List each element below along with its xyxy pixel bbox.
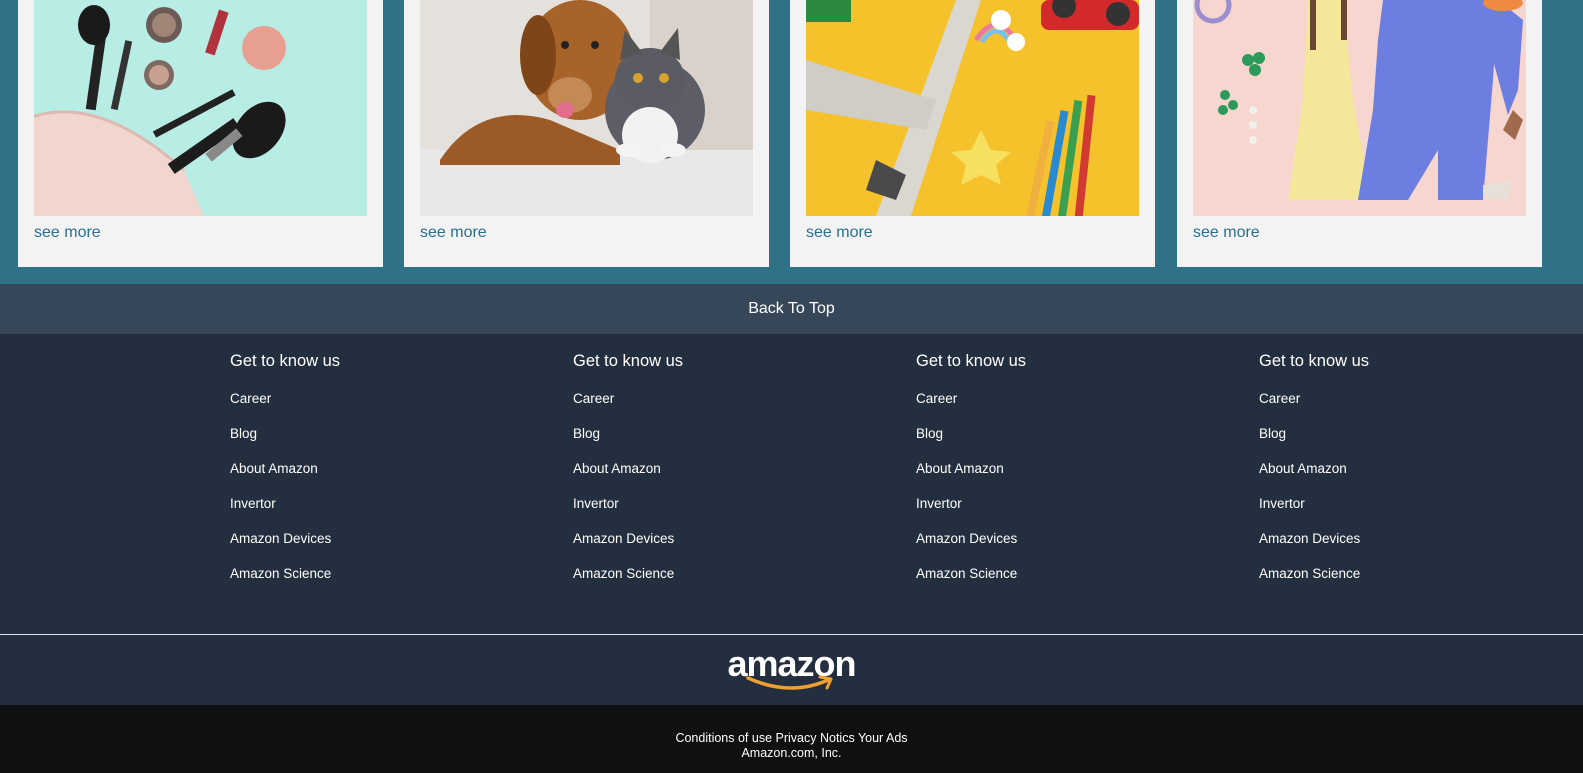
conditions-of-use-link[interactable]: Conditions of use [675, 731, 772, 745]
product-image-cosmetics[interactable] [34, 0, 367, 216]
amazon-smile-icon [745, 675, 832, 690]
product-image-pets[interactable] [420, 0, 753, 216]
footer-link-investor[interactable]: Invertor [230, 486, 340, 521]
legal-links: Conditions of use Privacy Notics Your Ad… [0, 731, 1583, 746]
footer-link-blog[interactable]: Blog [916, 416, 1026, 451]
footer-column: Get to know us Career Blog About Amazon … [573, 352, 683, 591]
footer-link-about-amazon[interactable]: About Amazon [573, 451, 683, 486]
footer-link-amazon-science[interactable]: Amazon Science [1259, 556, 1369, 591]
footer-link-amazon-devices[interactable]: Amazon Devices [573, 521, 683, 556]
footer-link-about-amazon[interactable]: About Amazon [230, 451, 340, 486]
product-card-toys: see more [790, 0, 1155, 267]
footer-link-about-amazon[interactable]: About Amazon [916, 451, 1026, 486]
footer-column-title: Get to know us [230, 352, 341, 370]
footer-link-blog[interactable]: Blog [230, 416, 340, 451]
see-more-link[interactable]: see more [806, 224, 873, 242]
product-image-toys[interactable] [806, 0, 1139, 216]
footer-column: Get to know us Career Blog About Amazon … [916, 352, 1026, 591]
footer-links: Get to know us Career Blog About Amazon … [0, 334, 1583, 635]
footer-link-amazon-science[interactable]: Amazon Science [916, 556, 1026, 591]
footer-legal-bar: Conditions of use Privacy Notics Your Ad… [0, 705, 1583, 773]
footer-link-about-amazon[interactable]: About Amazon [1259, 451, 1369, 486]
footer-column: Get to know us Career Blog About Amazon … [1259, 352, 1369, 591]
footer-link-career[interactable]: Career [230, 381, 340, 416]
product-card-fashion: see more [1177, 0, 1542, 267]
footer-link-investor[interactable]: Invertor [1259, 486, 1369, 521]
footer-link-blog[interactable]: Blog [1259, 416, 1369, 451]
back-to-top-button[interactable]: Back To Top [0, 284, 1583, 334]
footer-column: Get to know us Career Blog About Amazon … [230, 352, 340, 591]
footer-link-career[interactable]: Career [573, 381, 683, 416]
footer-link-amazon-devices[interactable]: Amazon Devices [916, 521, 1026, 556]
footer-link-amazon-science[interactable]: Amazon Science [230, 556, 340, 591]
privacy-notice-link[interactable]: Privacy Notics [776, 731, 855, 745]
footer-link-amazon-devices[interactable]: Amazon Devices [1259, 521, 1369, 556]
footer-column-title: Get to know us [1259, 352, 1370, 370]
footer-link-investor[interactable]: Invertor [573, 486, 683, 521]
footer-link-career[interactable]: Career [916, 381, 1026, 416]
footer-column-title: Get to know us [916, 352, 1027, 370]
footer-link-amazon-science[interactable]: Amazon Science [573, 556, 683, 591]
footer-link-investor[interactable]: Invertor [916, 486, 1026, 521]
see-more-link[interactable]: see more [34, 224, 101, 242]
product-image-fashion[interactable] [1193, 0, 1526, 216]
footer-link-amazon-devices[interactable]: Amazon Devices [230, 521, 340, 556]
footer-column-title: Get to know us [573, 352, 684, 370]
see-more-link[interactable]: see more [1193, 224, 1260, 242]
product-card-pets: see more [404, 0, 769, 267]
see-more-link[interactable]: see more [420, 224, 487, 242]
your-ads-link[interactable]: Your Ads [858, 731, 908, 745]
product-card-beauty: see more [18, 0, 383, 267]
footer-link-blog[interactable]: Blog [573, 416, 683, 451]
footer-link-career[interactable]: Career [1259, 381, 1369, 416]
copyright-text: Amazon.com, Inc. [741, 746, 842, 760]
footer-logo-bar: amazon [0, 635, 1583, 705]
amazon-logo[interactable]: amazon [726, 643, 858, 693]
product-cards-section: see more see more see more see more [0, 0, 1583, 284]
